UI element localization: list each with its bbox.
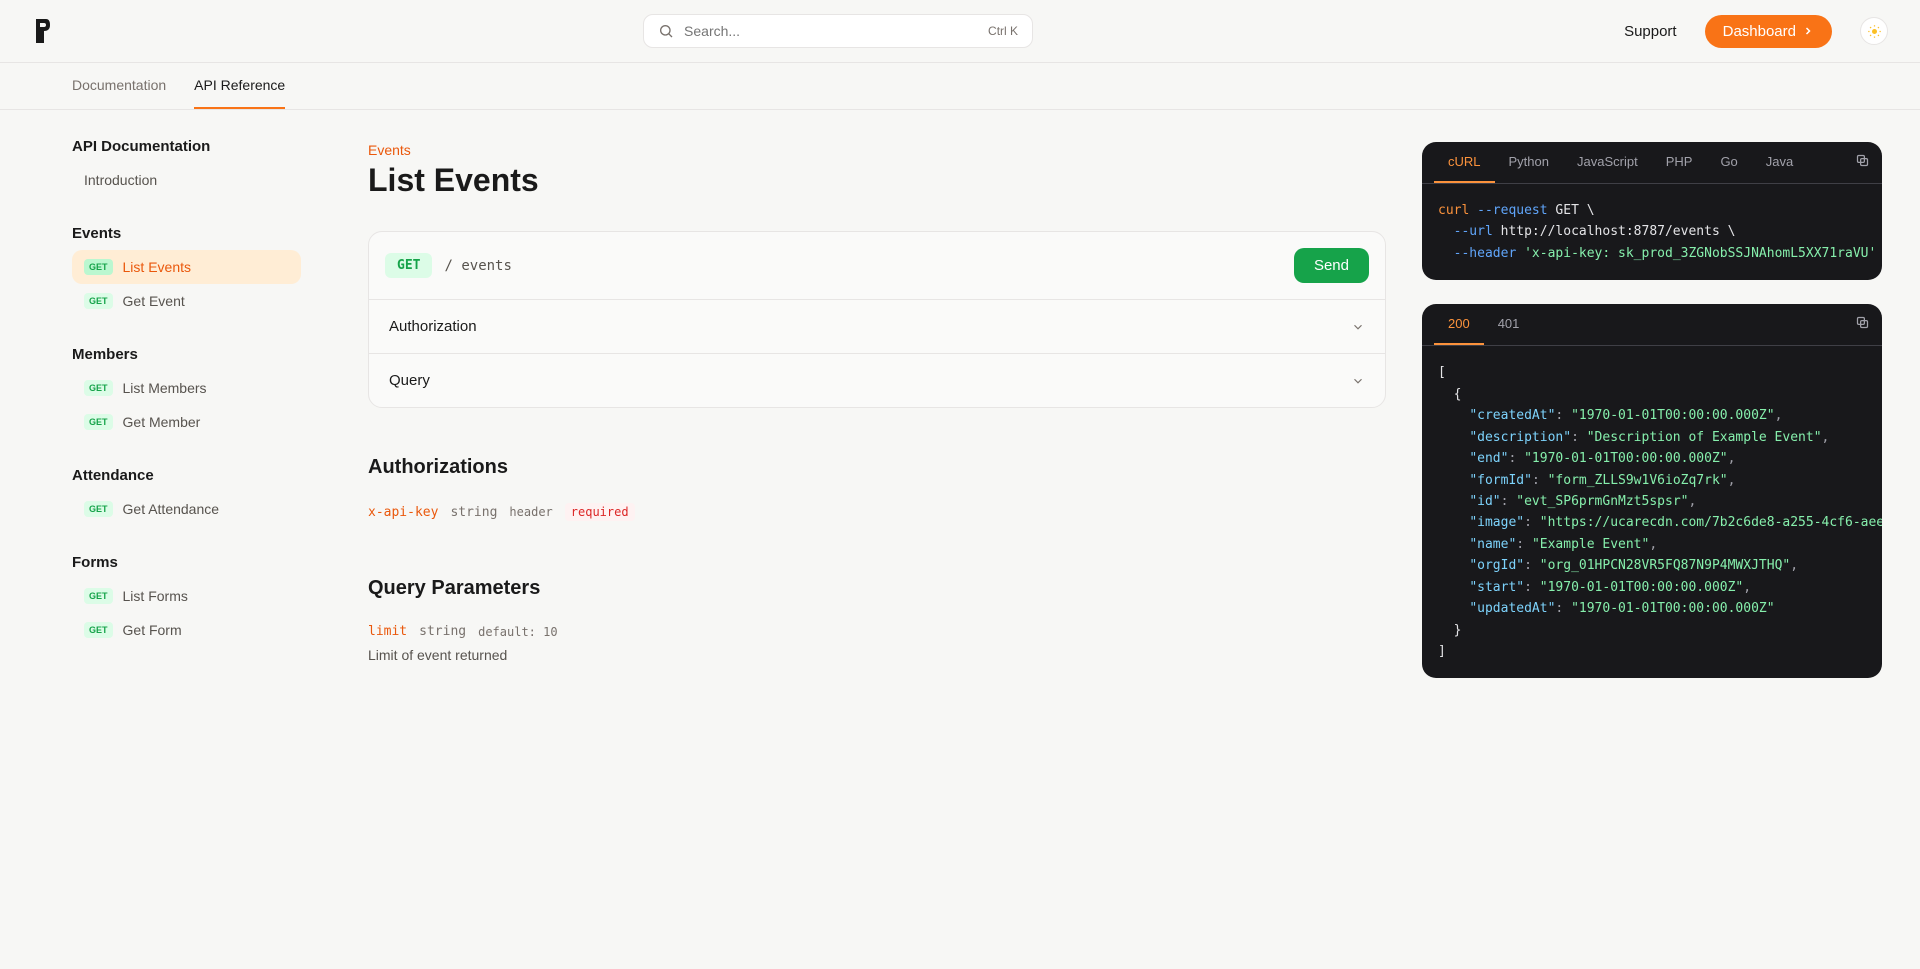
- request-code-body: curl --request GET \ --url http://localh…: [1422, 184, 1882, 280]
- sidebar-item-label: Get Member: [123, 414, 201, 430]
- code-column: cURLPythonJavaScriptPHPGoJava curl --req…: [1422, 142, 1882, 702]
- sidebar-heading: Members: [72, 346, 301, 363]
- method-badge: GET: [84, 380, 113, 396]
- code-tab-javascript[interactable]: JavaScript: [1563, 142, 1652, 183]
- copy-button[interactable]: [1855, 315, 1870, 335]
- param-name: x-api-key: [368, 505, 438, 520]
- topnav-tab-api-reference[interactable]: API Reference: [194, 63, 285, 109]
- query-params-title: Query Parameters: [368, 577, 1386, 600]
- request-path: / events: [444, 258, 1281, 274]
- code-tab-python[interactable]: Python: [1495, 142, 1563, 183]
- code-tab-401[interactable]: 401: [1484, 304, 1534, 345]
- sidebar-item-list-forms[interactable]: GET List Forms: [72, 579, 301, 613]
- method-badge: GET: [84, 501, 113, 517]
- chevron-down-icon: [1351, 374, 1365, 388]
- theme-toggle[interactable]: [1860, 17, 1888, 45]
- sidebar-item-label: Get Event: [123, 293, 185, 309]
- page-title: List Events: [368, 162, 1386, 199]
- sidebar-heading: Events: [72, 225, 301, 242]
- request-section-label: Authorization: [389, 318, 477, 335]
- sidebar-item-label: Get Attendance: [123, 501, 220, 517]
- sidebar-item-get-attendance[interactable]: GET Get Attendance: [72, 492, 301, 526]
- code-tab-java[interactable]: Java: [1752, 142, 1807, 183]
- chevron-right-icon: [1802, 25, 1814, 37]
- sidebar-heading: Attendance: [72, 467, 301, 484]
- sidebar-item-label: List Events: [123, 259, 191, 275]
- sidebar-item-get-form[interactable]: GET Get Form: [72, 613, 301, 647]
- sidebar-item-label: List Forms: [123, 588, 188, 604]
- request-code-tabs: cURLPythonJavaScriptPHPGoJava: [1422, 142, 1882, 184]
- param-row-limit: limit string default: 10: [368, 624, 1386, 639]
- search-shortcut: Ctrl K: [988, 24, 1018, 38]
- request-section-query[interactable]: Query: [369, 353, 1385, 407]
- method-badge: GET: [84, 414, 113, 430]
- param-default: default: 10: [478, 625, 557, 639]
- param-type: string: [450, 505, 497, 520]
- request-section-label: Query: [389, 372, 430, 389]
- main: Events List Events GET / events Send Aut…: [330, 110, 1920, 963]
- param-description: Limit of event returned: [368, 647, 1386, 663]
- code-tab-curl[interactable]: cURL: [1434, 142, 1495, 183]
- dashboard-label: Dashboard: [1723, 23, 1796, 40]
- response-code-tabs: 200401: [1422, 304, 1882, 346]
- code-tab-200[interactable]: 200: [1434, 304, 1484, 345]
- method-badge: GET: [84, 622, 113, 638]
- copy-icon: [1855, 153, 1870, 168]
- support-link[interactable]: Support: [1624, 23, 1677, 40]
- request-section-authorization[interactable]: Authorization: [369, 299, 1385, 353]
- method-badge: GET: [84, 259, 113, 275]
- authorizations-title: Authorizations: [368, 456, 1386, 479]
- code-tab-go[interactable]: Go: [1706, 142, 1751, 183]
- sidebar-item-list-events[interactable]: GET List Events: [72, 250, 301, 284]
- header-right: Support Dashboard: [1624, 15, 1888, 48]
- param-required: required: [565, 503, 635, 521]
- sun-icon: [1867, 24, 1882, 39]
- sidebar: API Documentation Introduction Events GET Li…: [0, 110, 330, 963]
- response-code-panel: 200401 [ { "createdAt": "1970-01-01T00:0…: [1422, 304, 1882, 678]
- response-code-body: [ { "createdAt": "1970-01-01T00:00:00.00…: [1422, 346, 1882, 678]
- copy-button[interactable]: [1855, 153, 1870, 173]
- param-name: limit: [368, 624, 407, 639]
- sidebar-heading: API Documentation: [72, 138, 301, 155]
- search-input[interactable]: Ctrl K: [643, 14, 1033, 48]
- sidebar-item-label: List Members: [123, 380, 207, 396]
- request-method: GET: [385, 253, 432, 278]
- top-nav: Documentation API Reference: [0, 63, 1920, 110]
- logo: [32, 17, 52, 45]
- param-row-apikey: x-api-key string header required: [368, 503, 1386, 521]
- method-badge: GET: [84, 588, 113, 604]
- breadcrumb: Events: [368, 142, 1386, 158]
- search-field[interactable]: [684, 23, 988, 39]
- chevron-down-icon: [1351, 320, 1365, 334]
- param-type: string: [419, 624, 466, 639]
- sidebar-item-get-member[interactable]: GET Get Member: [72, 405, 301, 439]
- dashboard-button[interactable]: Dashboard: [1705, 15, 1832, 48]
- method-badge: GET: [84, 293, 113, 309]
- copy-icon: [1855, 315, 1870, 330]
- param-location: header: [509, 505, 552, 519]
- sidebar-item-label: Get Form: [123, 622, 182, 638]
- search-icon: [658, 23, 674, 39]
- sidebar-item-list-members[interactable]: GET List Members: [72, 371, 301, 405]
- content-column: Events List Events GET / events Send Aut…: [368, 142, 1386, 702]
- sidebar-item-label: Introduction: [84, 172, 157, 188]
- code-tab-php[interactable]: PHP: [1652, 142, 1707, 183]
- request-box: GET / events Send Authorization Query: [368, 231, 1386, 408]
- request-row: GET / events Send: [369, 232, 1385, 299]
- topnav-tab-documentation[interactable]: Documentation: [72, 63, 166, 109]
- sidebar-item-get-event[interactable]: GET Get Event: [72, 284, 301, 318]
- send-button[interactable]: Send: [1294, 248, 1369, 283]
- sidebar-heading: Forms: [72, 554, 301, 571]
- header: Ctrl K Support Dashboard: [0, 0, 1920, 63]
- body: API Documentation Introduction Events GET Li…: [0, 110, 1920, 963]
- request-code-panel: cURLPythonJavaScriptPHPGoJava curl --req…: [1422, 142, 1882, 280]
- sidebar-item-introduction[interactable]: Introduction: [72, 163, 301, 197]
